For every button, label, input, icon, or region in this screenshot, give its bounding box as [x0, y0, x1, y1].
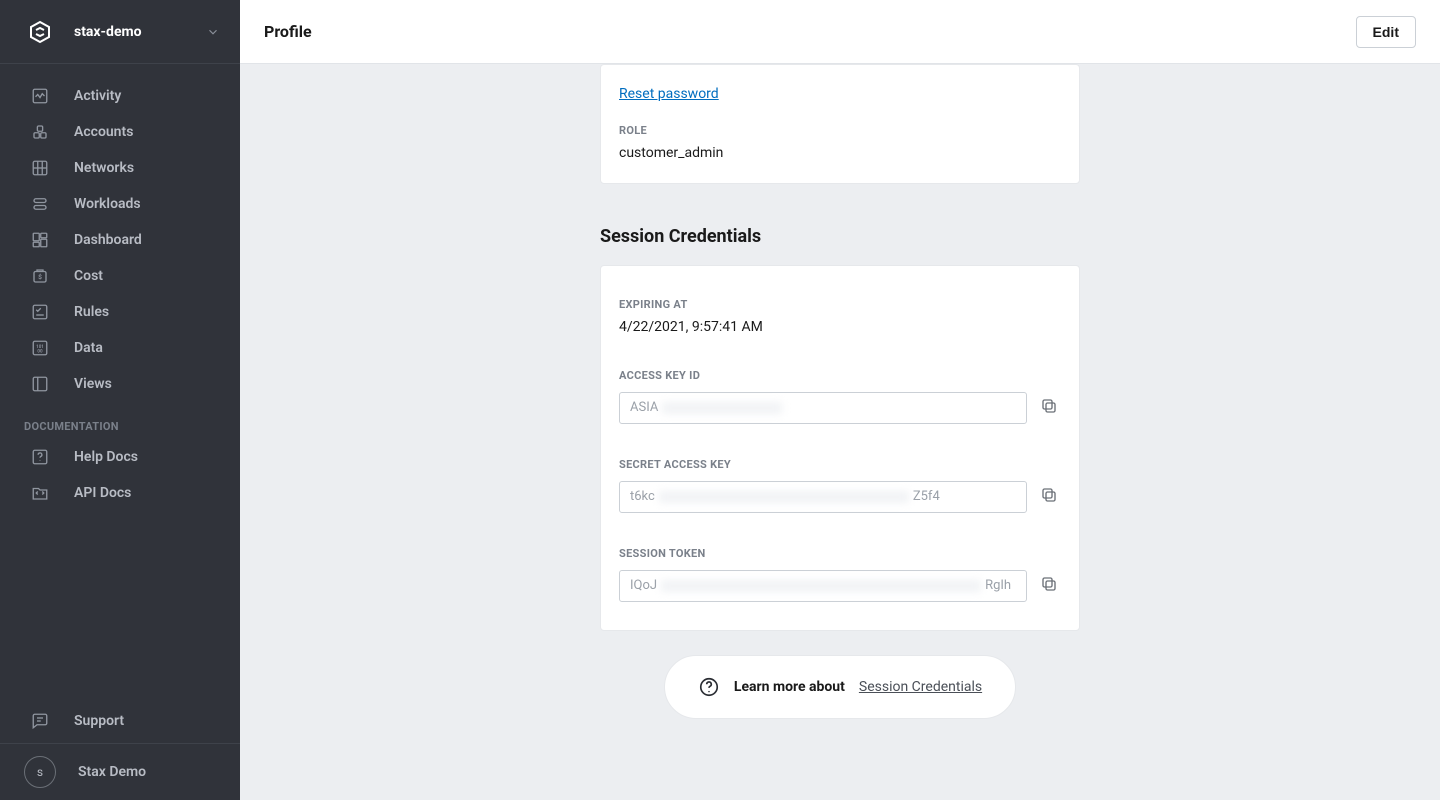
- sidebar-item-activity[interactable]: Activity: [0, 78, 240, 114]
- sidebar: stax-demo Activity Accounts Networks Wor…: [0, 0, 240, 800]
- rules-icon: [30, 302, 50, 322]
- redacted-icon: [661, 580, 981, 592]
- networks-icon: [30, 158, 50, 178]
- learn-more-text: Learn more about: [734, 679, 845, 695]
- sidebar-item-dashboard[interactable]: Dashboard: [0, 222, 240, 258]
- dashboard-icon: [30, 230, 50, 250]
- copy-secret-key-button[interactable]: [1037, 483, 1061, 507]
- svg-text:00: 00: [37, 349, 43, 355]
- learn-more-link[interactable]: Session Credentials: [859, 679, 982, 695]
- sidebar-footer: Support s Stax Demo: [0, 699, 240, 800]
- edit-button[interactable]: Edit: [1356, 16, 1416, 48]
- header: Profile Edit: [240, 0, 1440, 64]
- accounts-icon: [30, 122, 50, 142]
- sidebar-item-label: Support: [74, 713, 124, 729]
- session-token-input[interactable]: IQoJ RgIh: [619, 570, 1027, 602]
- stax-logo-icon: [28, 20, 52, 44]
- main: Reset password Role customer_admin Sessi…: [240, 64, 1440, 800]
- redacted-icon: [662, 402, 782, 414]
- expiring-value: 4/22/2021, 9:57:41 AM: [619, 319, 1061, 335]
- role-label: Role: [619, 124, 1061, 137]
- user-name: Stax Demo: [78, 764, 146, 780]
- expiring-label: Expiring At: [619, 298, 1061, 311]
- session-heading: Session Credentials: [600, 226, 1080, 247]
- learn-more-pill: Learn more about Session Credentials: [664, 655, 1016, 719]
- api-docs-icon: [30, 483, 50, 503]
- sidebar-item-label: Networks: [74, 160, 134, 176]
- sidebar-item-views[interactable]: Views: [0, 366, 240, 402]
- sidebar-item-api-docs[interactable]: API Docs: [0, 475, 240, 511]
- reset-password-link[interactable]: Reset password: [619, 86, 719, 102]
- docs-heading: DOCUMENTATION: [0, 402, 240, 439]
- secret-key-input[interactable]: t6kc Z5f4: [619, 481, 1027, 513]
- page-title: Profile: [264, 22, 1356, 41]
- sidebar-item-data[interactable]: 10100 Data: [0, 330, 240, 366]
- profile-card: Reset password Role customer_admin: [600, 64, 1080, 184]
- copy-access-key-button[interactable]: [1037, 394, 1061, 418]
- sidebar-item-label: Workloads: [74, 196, 141, 212]
- sidebar-item-networks[interactable]: Networks: [0, 150, 240, 186]
- nav-main: Activity Accounts Networks Workloads Das…: [0, 64, 240, 511]
- secret-key-label: Secret Access Key: [619, 458, 1061, 471]
- sidebar-item-label: Cost: [74, 268, 103, 284]
- access-key-input[interactable]: ASIA: [619, 392, 1027, 424]
- sidebar-item-cost[interactable]: $ Cost: [0, 258, 240, 294]
- org-switcher[interactable]: stax-demo: [0, 0, 240, 64]
- sidebar-item-label: Rules: [74, 304, 109, 320]
- sidebar-item-accounts[interactable]: Accounts: [0, 114, 240, 150]
- org-name: stax-demo: [74, 24, 206, 40]
- redacted-icon: [659, 491, 909, 503]
- avatar: s: [24, 756, 56, 788]
- copy-session-token-button[interactable]: [1037, 572, 1061, 596]
- support-icon: [30, 711, 50, 731]
- session-card: Expiring At 4/22/2021, 9:57:41 AM Access…: [600, 265, 1080, 631]
- workloads-icon: [30, 194, 50, 214]
- sidebar-item-label: Data: [74, 340, 103, 356]
- user-menu[interactable]: s Stax Demo: [0, 744, 240, 800]
- role-value: customer_admin: [619, 145, 1061, 161]
- activity-icon: [30, 86, 50, 106]
- sidebar-item-label: Help Docs: [74, 449, 138, 465]
- svg-text:$: $: [38, 273, 42, 281]
- sidebar-item-label: Activity: [74, 88, 121, 104]
- sidebar-item-support[interactable]: Support: [0, 699, 240, 743]
- sidebar-item-label: Views: [74, 376, 112, 392]
- sidebar-item-workloads[interactable]: Workloads: [0, 186, 240, 222]
- question-circle-icon: [698, 676, 720, 698]
- sidebar-item-label: Dashboard: [74, 232, 142, 248]
- chevron-down-icon: [206, 25, 220, 39]
- access-key-label: Access Key ID: [619, 369, 1061, 382]
- sidebar-item-label: Accounts: [74, 124, 133, 140]
- views-icon: [30, 374, 50, 394]
- sidebar-item-rules[interactable]: Rules: [0, 294, 240, 330]
- sidebar-item-label: API Docs: [74, 485, 131, 501]
- sidebar-item-help-docs[interactable]: Help Docs: [0, 439, 240, 475]
- help-docs-icon: [30, 447, 50, 467]
- data-icon: 10100: [30, 338, 50, 358]
- cost-icon: $: [30, 266, 50, 286]
- session-token-label: Session Token: [619, 547, 1061, 560]
